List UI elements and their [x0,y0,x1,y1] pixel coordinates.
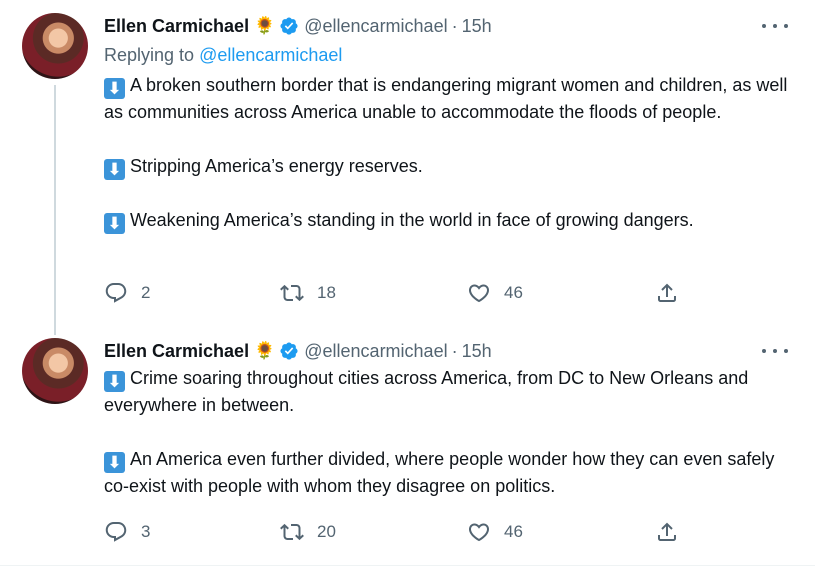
paragraph-text: Stripping America’s energy reserves. [130,156,423,176]
retweet-count: 20 [317,522,336,541]
share-button[interactable] [655,517,679,547]
tweet-actions: 2 18 46 [104,278,704,308]
like-count: 46 [504,522,523,541]
retweet-button[interactable]: 20 [280,517,336,547]
heart-icon [468,523,490,542]
like-button[interactable]: 46 [467,517,523,547]
share-icon [658,522,676,541]
tweet-header: Ellen Carmichael 🌻 @ellencarmichael · 15… [104,15,492,37]
verified-badge-icon [280,342,298,360]
retweet-button[interactable]: 18 [280,278,336,308]
down-arrow-icon: ⬇ [104,213,125,234]
reply-icon [105,283,127,303]
verified-badge-icon [280,17,298,35]
retweet-count: 18 [317,283,336,302]
tweet[interactable]: Ellen Carmichael 🌻 @ellencarmichael · 15… [0,325,815,565]
like-count: 46 [504,283,523,302]
retweet-icon [280,284,304,302]
paragraph-text: Weakening America’s standing in the worl… [130,210,694,230]
reply-button[interactable]: 3 [104,517,150,547]
tweet-actions: 3 20 46 [104,517,704,547]
timestamp[interactable]: 15h [462,16,492,37]
feed-divider [0,565,815,566]
paragraph-text: An America even further divided, where p… [104,449,775,496]
heart-icon [468,284,490,303]
share-button[interactable] [655,278,679,308]
paragraph-text: A broken southern border that is endange… [104,75,788,122]
replying-to-label: Replying to [104,45,200,65]
down-arrow-icon: ⬇ [104,78,125,99]
retweet-icon [280,523,304,541]
down-arrow-icon: ⬇ [104,159,125,180]
reply-count: 3 [141,522,151,541]
avatar[interactable] [22,338,88,404]
tweet-text: ⬇ Crime soaring throughout cities across … [104,365,794,500]
reply-icon [105,522,127,542]
timestamp[interactable]: 15h [462,341,492,362]
tweet-text: ⬇ A broken southern border that is endang… [104,72,794,234]
more-options-icon[interactable] [762,341,788,361]
tweet-header: Ellen Carmichael 🌻 @ellencarmichael · 15… [104,340,492,362]
author-name[interactable]: Ellen Carmichael [104,341,249,362]
down-arrow-icon: ⬇ [104,371,125,392]
tweet-paragraph: ⬇ Stripping America’s energy reserves. [104,153,794,180]
sunflower-emoji: 🌻 [254,16,276,35]
avatar[interactable] [22,13,88,79]
tweet-paragraph: ⬇ Crime soaring throughout cities across … [104,365,794,419]
separator-dot: · [451,340,458,361]
paragraph-text: Crime soaring throughout cities across A… [104,368,749,415]
down-arrow-icon: ⬇ [104,452,125,473]
reply-button[interactable]: 2 [104,278,150,308]
tweet-paragraph: ⬇ An America even further divided, where … [104,446,794,500]
thread-line [54,85,56,335]
replying-to-handle-link[interactable]: @ellencarmichael [199,45,342,65]
separator-dot: · [451,15,458,36]
reply-count: 2 [141,283,151,302]
more-options-icon[interactable] [762,16,788,36]
sunflower-emoji: 🌻 [254,341,276,360]
author-name[interactable]: Ellen Carmichael [104,16,249,37]
tweet-paragraph: ⬇ Weakening America’s standing in the wor… [104,207,794,234]
like-button[interactable]: 46 [467,278,523,308]
author-handle[interactable]: @ellencarmichael [304,341,447,362]
tweet[interactable]: Ellen Carmichael 🌻 @ellencarmichael · 15… [0,0,815,335]
share-icon [658,283,676,302]
tweet-paragraph: ⬇ A broken southern border that is endang… [104,72,794,126]
author-handle[interactable]: @ellencarmichael [304,16,447,37]
replying-to: Replying to @ellencarmichael [104,45,342,66]
